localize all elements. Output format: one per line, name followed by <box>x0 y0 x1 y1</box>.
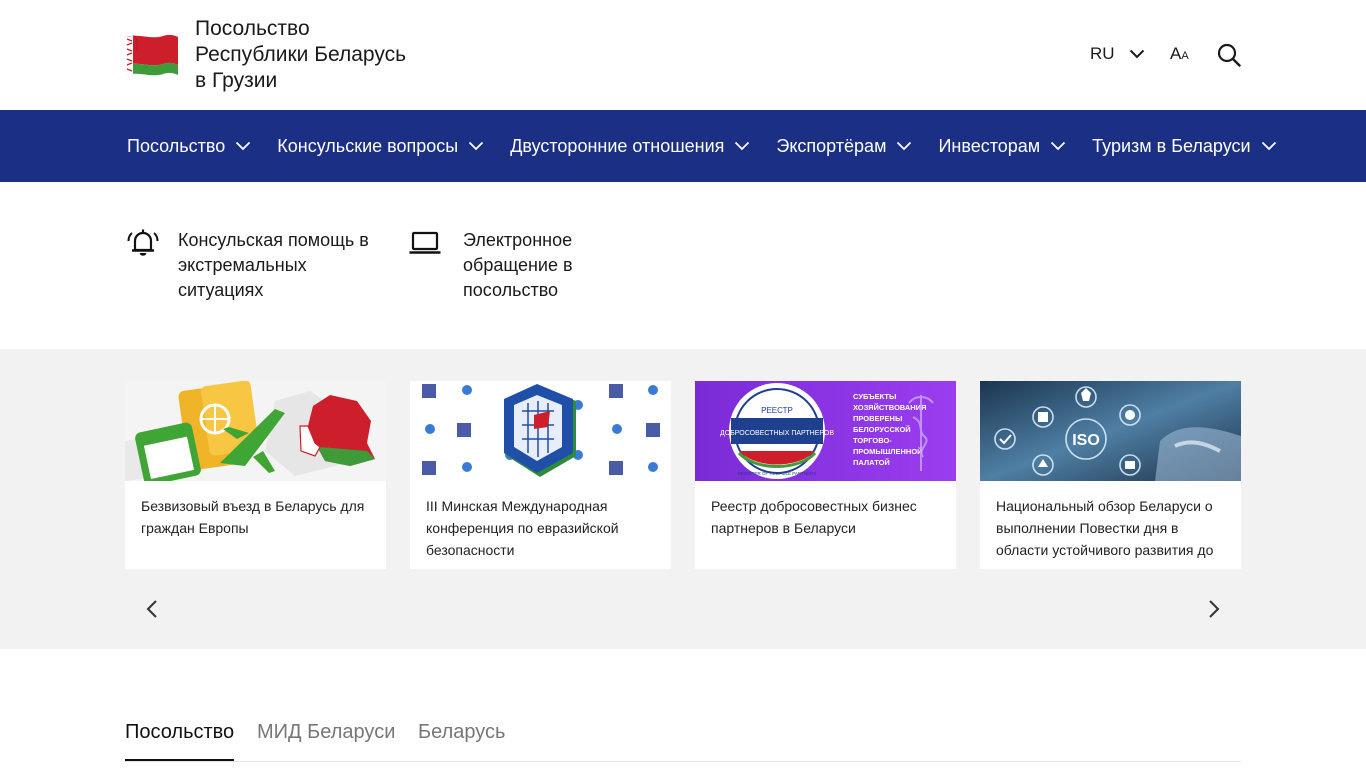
register-seal-title: РЕЕСТР <box>761 406 793 415</box>
card-image-security-conference <box>410 381 671 481</box>
nav-item-label: Консульские вопросы <box>277 135 459 156</box>
carousel-card[interactable]: Безвизовый въезд в Беларусь для граждан … <box>125 381 386 569</box>
quick-link-label: Электронное обращение в посольство <box>463 230 573 300</box>
chevron-down-icon <box>1051 141 1066 151</box>
nav-item-label: Туризм в Беларуси <box>1092 135 1251 156</box>
card-caption: Безвизовый въезд в Беларусь для граждан … <box>141 498 365 536</box>
register-banner-line: ПРОМЫШЛЕННОЙ <box>853 447 923 456</box>
nav-item-investors[interactable]: Инвесторам <box>938 136 1066 157</box>
tab-belarus[interactable]: Беларусь <box>418 721 505 744</box>
site-title[interactable]: Посольство Республики Беларусь в Грузии <box>195 16 455 94</box>
site-title-line-1: Посольство <box>195 17 310 40</box>
register-banner-line: ПАЛАТОЙ <box>853 458 890 467</box>
chevron-left-icon[interactable] <box>143 599 163 619</box>
iso-label: ISO <box>1072 432 1100 449</box>
chevron-down-icon <box>1261 141 1276 151</box>
card-image-visa-free <box>125 381 386 481</box>
register-banner-line: БЕЛОРУССКОЙ <box>853 425 911 434</box>
quick-link-label: Консульская помощь в экстремальных ситуа… <box>178 230 369 300</box>
nav-item-label: Экспортёрам <box>776 135 887 156</box>
nav-item-label: Двусторонние отношения <box>510 135 725 156</box>
laptop-icon <box>409 231 441 254</box>
nav-item-exporters[interactable]: Экспортёрам <box>776 136 912 157</box>
chevron-down-icon <box>1129 49 1144 59</box>
carousel-card[interactable]: ISO Национальный обзор Беларуси о выполн… <box>980 381 1241 569</box>
chevron-down-icon <box>469 141 484 151</box>
nav-item-consular[interactable]: Консульские вопросы <box>277 136 484 157</box>
font-size-toggle[interactable]: AA <box>1170 44 1189 64</box>
chevron-down-icon <box>735 141 750 151</box>
register-banner-line: ТОРГОВО- <box>853 436 892 445</box>
font-size-big-letter: A <box>1170 44 1182 63</box>
language-label: RU <box>1090 44 1115 63</box>
card-caption: III Минская Международная конференция по… <box>426 498 619 558</box>
font-size-small-letter: A <box>1181 50 1189 62</box>
chevron-down-icon <box>897 141 912 151</box>
quick-link-e-appeal[interactable]: Электронное обращение в посольство <box>408 228 653 303</box>
chevron-right-icon[interactable] <box>1203 599 1223 619</box>
carousel-card[interactable]: РЕЕСТР ДОБРОСОВЕСТНЫХ ПАРТНЕРОВ REGISTER… <box>695 381 956 569</box>
active-tab-indicator <box>125 759 234 761</box>
nav-item-bilateral[interactable]: Двусторонние отношения <box>510 136 750 157</box>
chevron-down-icon <box>236 141 251 151</box>
search-icon[interactable] <box>1217 43 1241 67</box>
section-tabs: Посольство МИД Беларуси Беларусь <box>125 716 1241 762</box>
register-banner-line: ПРОВЕРЕНЫ <box>853 414 902 423</box>
nav-item-embassy[interactable]: Посольство <box>127 136 251 157</box>
nav-item-label: Инвесторам <box>938 135 1041 156</box>
card-image-iso-digital: ISO <box>980 381 1241 481</box>
news-carousel: Безвизовый въезд в Беларусь для граждан … <box>0 349 1366 649</box>
quick-link-consular-help[interactable]: Консульская помощь в экстремальных ситуа… <box>126 228 388 303</box>
belarus-flag-icon[interactable] <box>125 31 179 77</box>
nav-item-tourism[interactable]: Туризм в Беларуси <box>1092 136 1276 157</box>
site-title-line-2: Республики Беларусь <box>195 43 407 66</box>
register-seal-main-text: ДОБРОСОВЕСТНЫХ ПАРТНЕРОВ <box>720 430 834 437</box>
quick-links: Консульская помощь в экстремальных ситуа… <box>0 182 1366 349</box>
tab-mfa[interactable]: МИД Беларуси <box>257 721 395 744</box>
nav-item-label: Посольство <box>127 135 226 156</box>
card-image-reliable-partners-register: РЕЕСТР ДОБРОСОВЕСТНЫХ ПАРТНЕРОВ REGISTER… <box>695 381 956 481</box>
carousel-card[interactable]: III Минская Международная конференция по… <box>410 381 671 569</box>
main-navigation: Посольство Консульские вопросы Двусторон… <box>0 110 1366 182</box>
site-header: Посольство Республики Беларусь в Грузии … <box>0 0 1366 110</box>
register-seal-ring-text: REGISTER OF RELIABLE PARTNERS <box>738 471 817 476</box>
card-caption: Национальный обзор Беларуси о выполнении… <box>996 498 1214 558</box>
site-title-line-3: в Грузии <box>195 69 278 92</box>
register-banner-line: ХОЗЯЙСТВОВАНИЯ <box>853 403 926 412</box>
alarm-bell-icon <box>127 229 159 256</box>
tab-embassy[interactable]: Посольство <box>125 721 234 744</box>
card-caption: Реестр добросовестных бизнес партнеров в… <box>711 498 917 536</box>
language-selector[interactable]: RU <box>1090 43 1145 65</box>
register-banner-line: СУБЪЕКТЫ <box>853 392 896 401</box>
